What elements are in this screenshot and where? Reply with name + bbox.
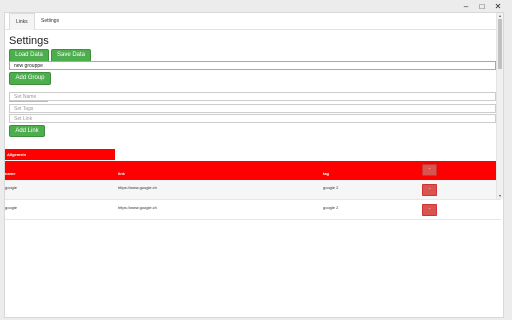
- close-icon[interactable]: ✕: [490, 2, 506, 11]
- vertical-scrollbar[interactable]: ▴ ▾: [496, 13, 503, 199]
- delete-row-button[interactable]: -: [422, 184, 437, 196]
- scrollbar-thumb[interactable]: [498, 19, 502, 69]
- column-tag: tag: [323, 171, 329, 176]
- column-name: name: [5, 171, 16, 176]
- client-area: Links Settings Settings Load Data Save D…: [4, 12, 504, 318]
- row-link: https://www.google.ch: [118, 185, 157, 190]
- group-header: Allgemein: [5, 149, 115, 160]
- delete-all-button[interactable]: -: [422, 164, 437, 176]
- row-tag: google 2: [323, 205, 339, 210]
- link-tags-field[interactable]: Set Tags: [9, 104, 496, 113]
- row-tag: google 2: [323, 185, 339, 190]
- group-name-input[interactable]: new grouppe: [9, 61, 496, 70]
- link-name-field[interactable]: Set Name: [9, 92, 496, 101]
- add-link-button[interactable]: Add Link: [9, 125, 45, 137]
- delete-row-button[interactable]: -: [422, 204, 437, 216]
- table-row: google https://www.google.ch google 2 -: [5, 200, 501, 220]
- window-controls: – □ ✕: [458, 2, 506, 11]
- row-name: google: [5, 205, 18, 210]
- row-link: https://www.google.ch: [118, 205, 157, 210]
- tab-settings[interactable]: Settings: [35, 13, 65, 29]
- column-link: link: [118, 171, 125, 176]
- add-group-button[interactable]: Add Group: [9, 72, 51, 85]
- link-url-field[interactable]: Set Link: [9, 114, 496, 123]
- table-row: google https://www.google.ch google 2 -: [5, 180, 501, 200]
- maximize-icon[interactable]: □: [474, 2, 490, 11]
- app-window: – □ ✕ Links Settings Settings Load Data …: [0, 0, 512, 320]
- page-title: Settings: [9, 35, 49, 47]
- row-name: google: [5, 185, 18, 190]
- table-header: name link tag -: [5, 161, 501, 180]
- tab-bar: Links Settings: [5, 13, 503, 30]
- tab-links[interactable]: Links: [9, 13, 35, 30]
- minimize-icon[interactable]: –: [458, 2, 474, 11]
- scroll-down-icon[interactable]: ▾: [497, 193, 503, 199]
